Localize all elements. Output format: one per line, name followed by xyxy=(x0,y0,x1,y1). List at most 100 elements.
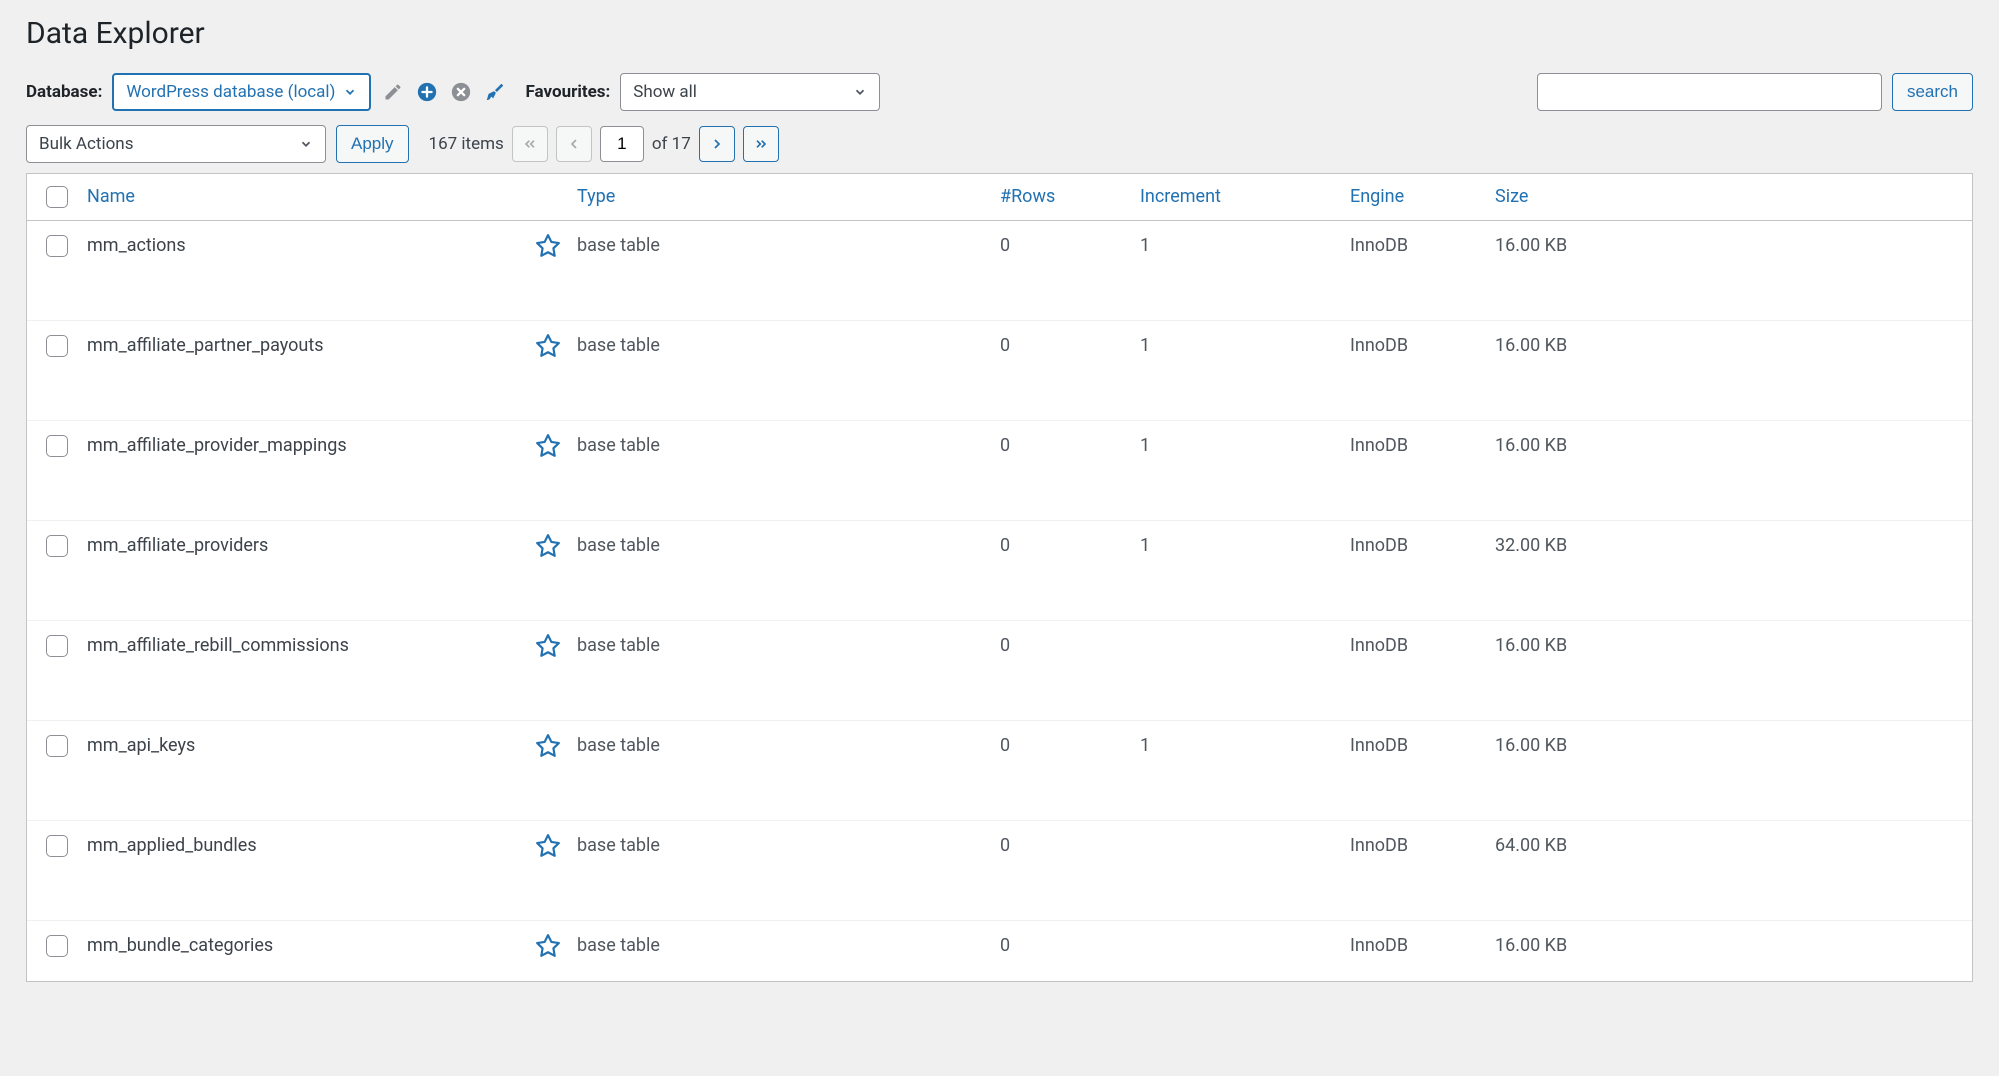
table-name[interactable]: mm_affiliate_providers xyxy=(87,535,268,556)
rename-db-button[interactable] xyxy=(381,80,405,104)
prev-page-button[interactable] xyxy=(556,126,592,162)
favourite-star-button[interactable] xyxy=(535,333,561,359)
star-outline-icon xyxy=(535,633,561,659)
column-type[interactable]: Type xyxy=(577,186,1000,207)
row-checkbox[interactable] xyxy=(46,235,68,257)
cell-engine: InnoDB xyxy=(1350,935,1495,956)
cell-engine: InnoDB xyxy=(1350,835,1495,856)
total-pages: of 17 xyxy=(652,134,691,154)
cell-rows: 0 xyxy=(1000,935,1140,956)
select-all-checkbox[interactable] xyxy=(46,186,68,208)
page-title: Data Explorer xyxy=(26,16,1973,51)
add-db-button[interactable] xyxy=(415,80,439,104)
cell-size: 16.00 KB xyxy=(1495,435,1972,456)
x-circle-icon xyxy=(450,81,472,103)
cell-increment: 1 xyxy=(1140,435,1350,456)
favourite-star-button[interactable] xyxy=(535,733,561,759)
cell-rows: 0 xyxy=(1000,535,1140,556)
cell-rows: 0 xyxy=(1000,635,1140,656)
row-checkbox[interactable] xyxy=(46,335,68,357)
cell-engine: InnoDB xyxy=(1350,635,1495,656)
favourite-star-button[interactable] xyxy=(535,833,561,859)
favourites-label: Favourites: xyxy=(525,82,610,102)
favourite-star-button[interactable] xyxy=(535,233,561,259)
toolbar-secondary: Bulk Actions Apply 167 items of 17 xyxy=(26,125,1973,163)
cell-size: 16.00 KB xyxy=(1495,335,1972,356)
table-row: mm_affiliate_rebill_commissions base tab… xyxy=(27,621,1972,721)
bulk-actions-select[interactable]: Bulk Actions xyxy=(26,125,326,163)
cell-rows: 0 xyxy=(1000,335,1140,356)
star-outline-icon xyxy=(535,233,561,259)
row-checkbox[interactable] xyxy=(46,735,68,757)
cell-type: base table xyxy=(577,535,1000,556)
current-page-input[interactable] xyxy=(600,126,644,162)
cell-engine: InnoDB xyxy=(1350,435,1495,456)
cell-type: base table xyxy=(577,735,1000,756)
favourite-star-button[interactable] xyxy=(535,933,561,959)
favourites-selected-value: Show all xyxy=(633,82,697,102)
table-name[interactable]: mm_affiliate_provider_mappings xyxy=(87,435,347,456)
plus-circle-icon xyxy=(416,81,438,103)
cell-type: base table xyxy=(577,335,1000,356)
tables-list: Name Type #Rows Increment Engine Size mm… xyxy=(26,173,1973,982)
chevron-left-icon xyxy=(566,136,582,152)
cell-type: base table xyxy=(577,435,1000,456)
cell-size: 16.00 KB xyxy=(1495,235,1972,256)
favourite-star-button[interactable] xyxy=(535,533,561,559)
delete-db-button[interactable] xyxy=(449,80,473,104)
cell-type: base table xyxy=(577,835,1000,856)
search-input[interactable] xyxy=(1537,73,1882,111)
chevron-double-left-icon xyxy=(522,136,538,152)
cell-increment: 1 xyxy=(1140,235,1350,256)
favourites-select[interactable]: Show all xyxy=(620,73,880,111)
star-outline-icon xyxy=(535,933,561,959)
row-checkbox[interactable] xyxy=(46,435,68,457)
database-select[interactable]: WordPress database (local) xyxy=(112,73,371,111)
first-page-button[interactable] xyxy=(512,126,548,162)
favourite-star-button[interactable] xyxy=(535,633,561,659)
cell-rows: 0 xyxy=(1000,835,1140,856)
cell-type: base table xyxy=(577,635,1000,656)
row-checkbox[interactable] xyxy=(46,835,68,857)
cell-engine: InnoDB xyxy=(1350,335,1495,356)
table-name[interactable]: mm_actions xyxy=(87,235,186,256)
column-increment[interactable]: Increment xyxy=(1140,186,1350,207)
row-checkbox[interactable] xyxy=(46,535,68,557)
pagination: 167 items of 17 xyxy=(429,126,779,162)
cell-size: 32.00 KB xyxy=(1495,535,1972,556)
table-name[interactable]: mm_affiliate_rebill_commissions xyxy=(87,635,349,656)
column-name[interactable]: Name xyxy=(87,186,577,207)
table-name[interactable]: mm_affiliate_partner_payouts xyxy=(87,335,324,356)
cell-rows: 0 xyxy=(1000,735,1140,756)
broom-icon xyxy=(484,81,506,103)
chevron-down-icon xyxy=(343,85,357,99)
table-row: mm_bundle_categories base table 0 InnoDB… xyxy=(27,921,1972,981)
cell-engine: InnoDB xyxy=(1350,535,1495,556)
chevron-down-icon xyxy=(853,85,867,99)
table-row: mm_api_keys base table 0 1 InnoDB 16.00 … xyxy=(27,721,1972,821)
column-engine[interactable]: Engine xyxy=(1350,186,1495,207)
table-name[interactable]: mm_api_keys xyxy=(87,735,195,756)
table-name[interactable]: mm_applied_bundles xyxy=(87,835,257,856)
favourite-star-button[interactable] xyxy=(535,433,561,459)
cell-increment: 1 xyxy=(1140,335,1350,356)
cell-size: 16.00 KB xyxy=(1495,635,1972,656)
table-name[interactable]: mm_bundle_categories xyxy=(87,935,273,956)
database-selected-value: WordPress database (local) xyxy=(126,82,335,102)
row-checkbox[interactable] xyxy=(46,635,68,657)
cell-size: 16.00 KB xyxy=(1495,935,1972,956)
search-button[interactable]: search xyxy=(1892,73,1973,111)
last-page-button[interactable] xyxy=(743,126,779,162)
table-row: mm_affiliate_partner_payouts base table … xyxy=(27,321,1972,421)
apply-bulk-button[interactable]: Apply xyxy=(336,125,409,163)
column-size[interactable]: Size xyxy=(1495,186,1972,207)
database-label: Database: xyxy=(26,82,102,102)
cell-type: base table xyxy=(577,235,1000,256)
clean-db-button[interactable] xyxy=(483,80,507,104)
row-checkbox[interactable] xyxy=(46,935,68,957)
items-count: 167 items xyxy=(429,134,504,154)
star-outline-icon xyxy=(535,433,561,459)
table-row: mm_applied_bundles base table 0 InnoDB 6… xyxy=(27,821,1972,921)
next-page-button[interactable] xyxy=(699,126,735,162)
column-rows[interactable]: #Rows xyxy=(1000,186,1140,207)
